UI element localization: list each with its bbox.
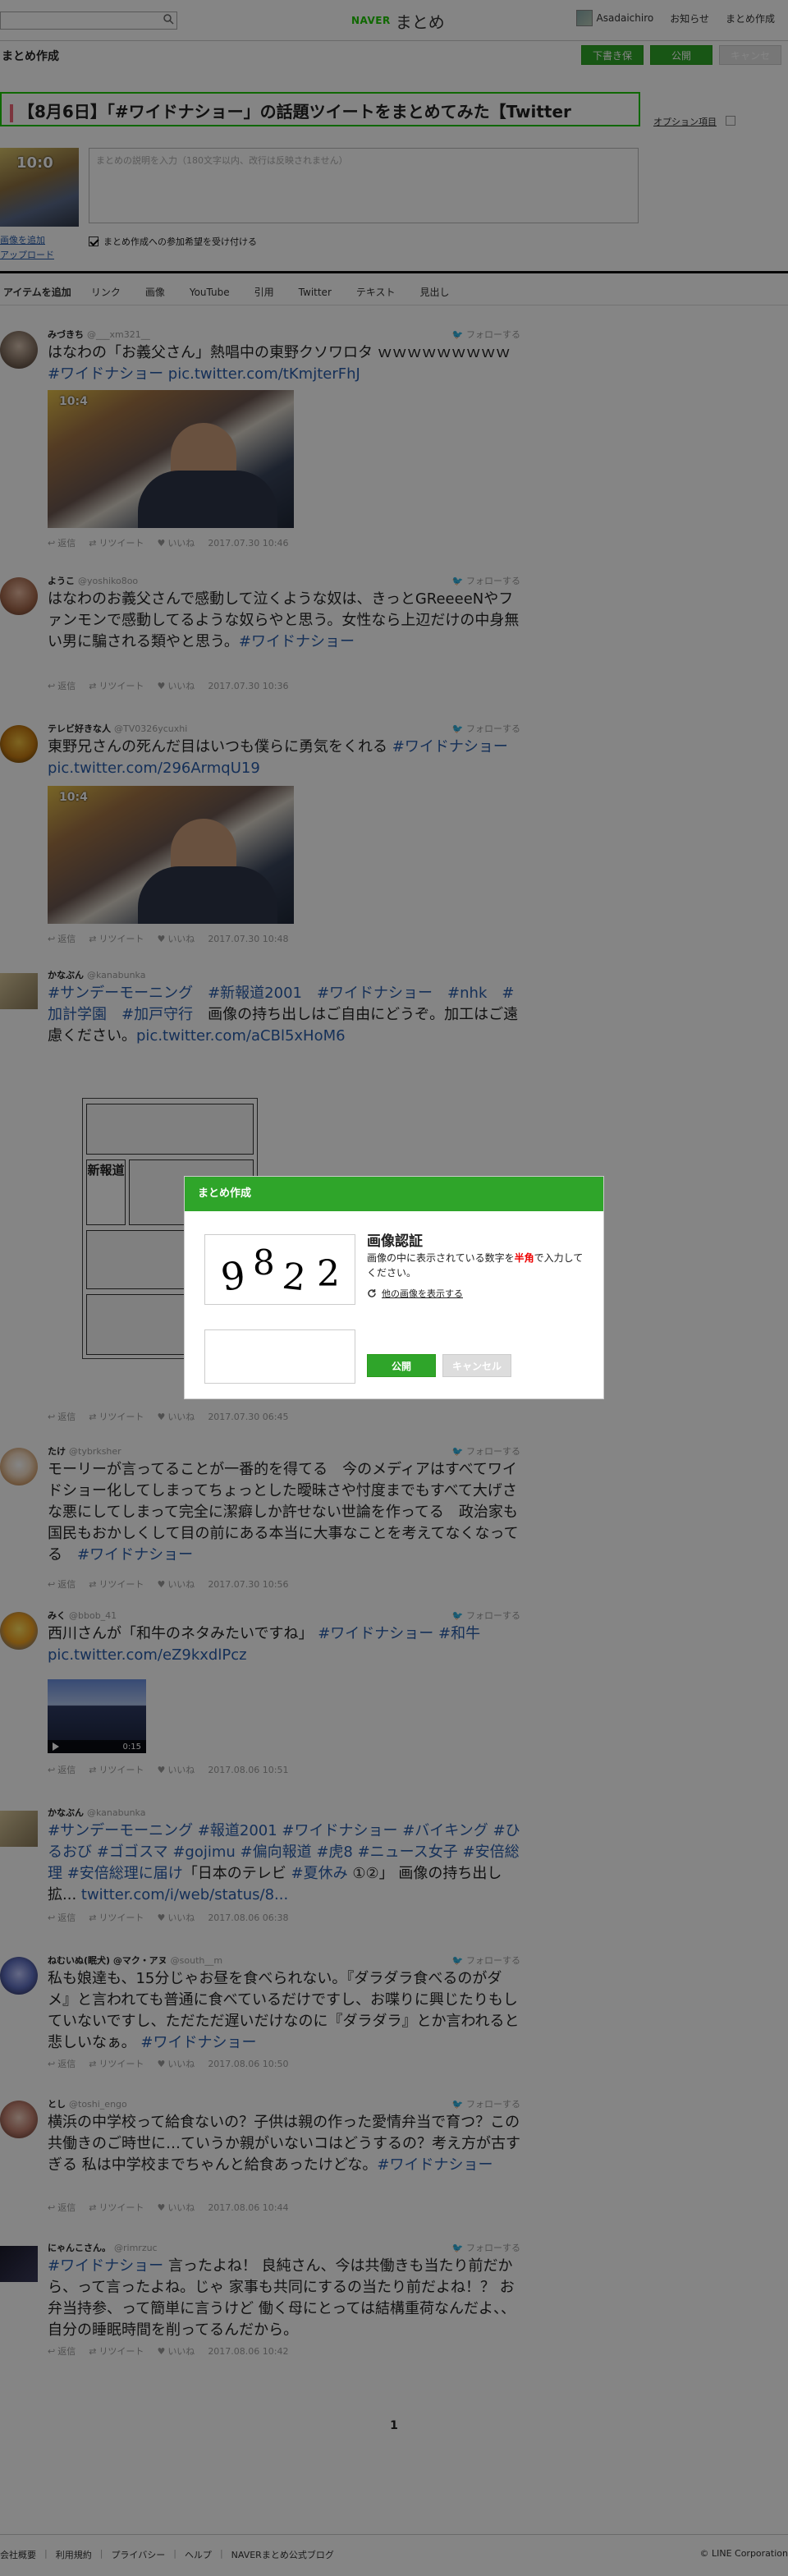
captcha-digit: 2	[317, 1253, 340, 1295]
modal-header: まとめ作成	[185, 1177, 603, 1211]
other-image-link[interactable]: 他の画像を表示する	[367, 1287, 463, 1300]
captcha-input[interactable]	[204, 1329, 355, 1384]
captcha-digit: 2	[281, 1256, 308, 1300]
captcha-image: 9 8 2 2	[204, 1234, 355, 1305]
modal-cancel-button[interactable]: キャンセル	[442, 1354, 511, 1377]
modal-buttons: 公開 キャンセル	[367, 1354, 511, 1377]
modal-title: 画像認証	[367, 1233, 423, 1250]
modal-publish-button[interactable]: 公開	[367, 1354, 436, 1377]
refresh-icon	[368, 1289, 376, 1297]
captcha-digit: 9	[218, 1252, 249, 1300]
page: NAVER まとめ Asadaichiro お知らせ まとめ作成 まとめ作成 下…	[0, 0, 788, 2576]
captcha-digits: 9 8 2 2	[218, 1242, 340, 1300]
captcha-digit: 8	[253, 1242, 275, 1283]
captcha-modal: まとめ作成 9 8 2 2 画像認証 画像の中に表示されている数字を半角で入力し…	[184, 1176, 604, 1399]
modal-description: 画像の中に表示されている数字を半角で入力してください。	[367, 1252, 584, 1279]
